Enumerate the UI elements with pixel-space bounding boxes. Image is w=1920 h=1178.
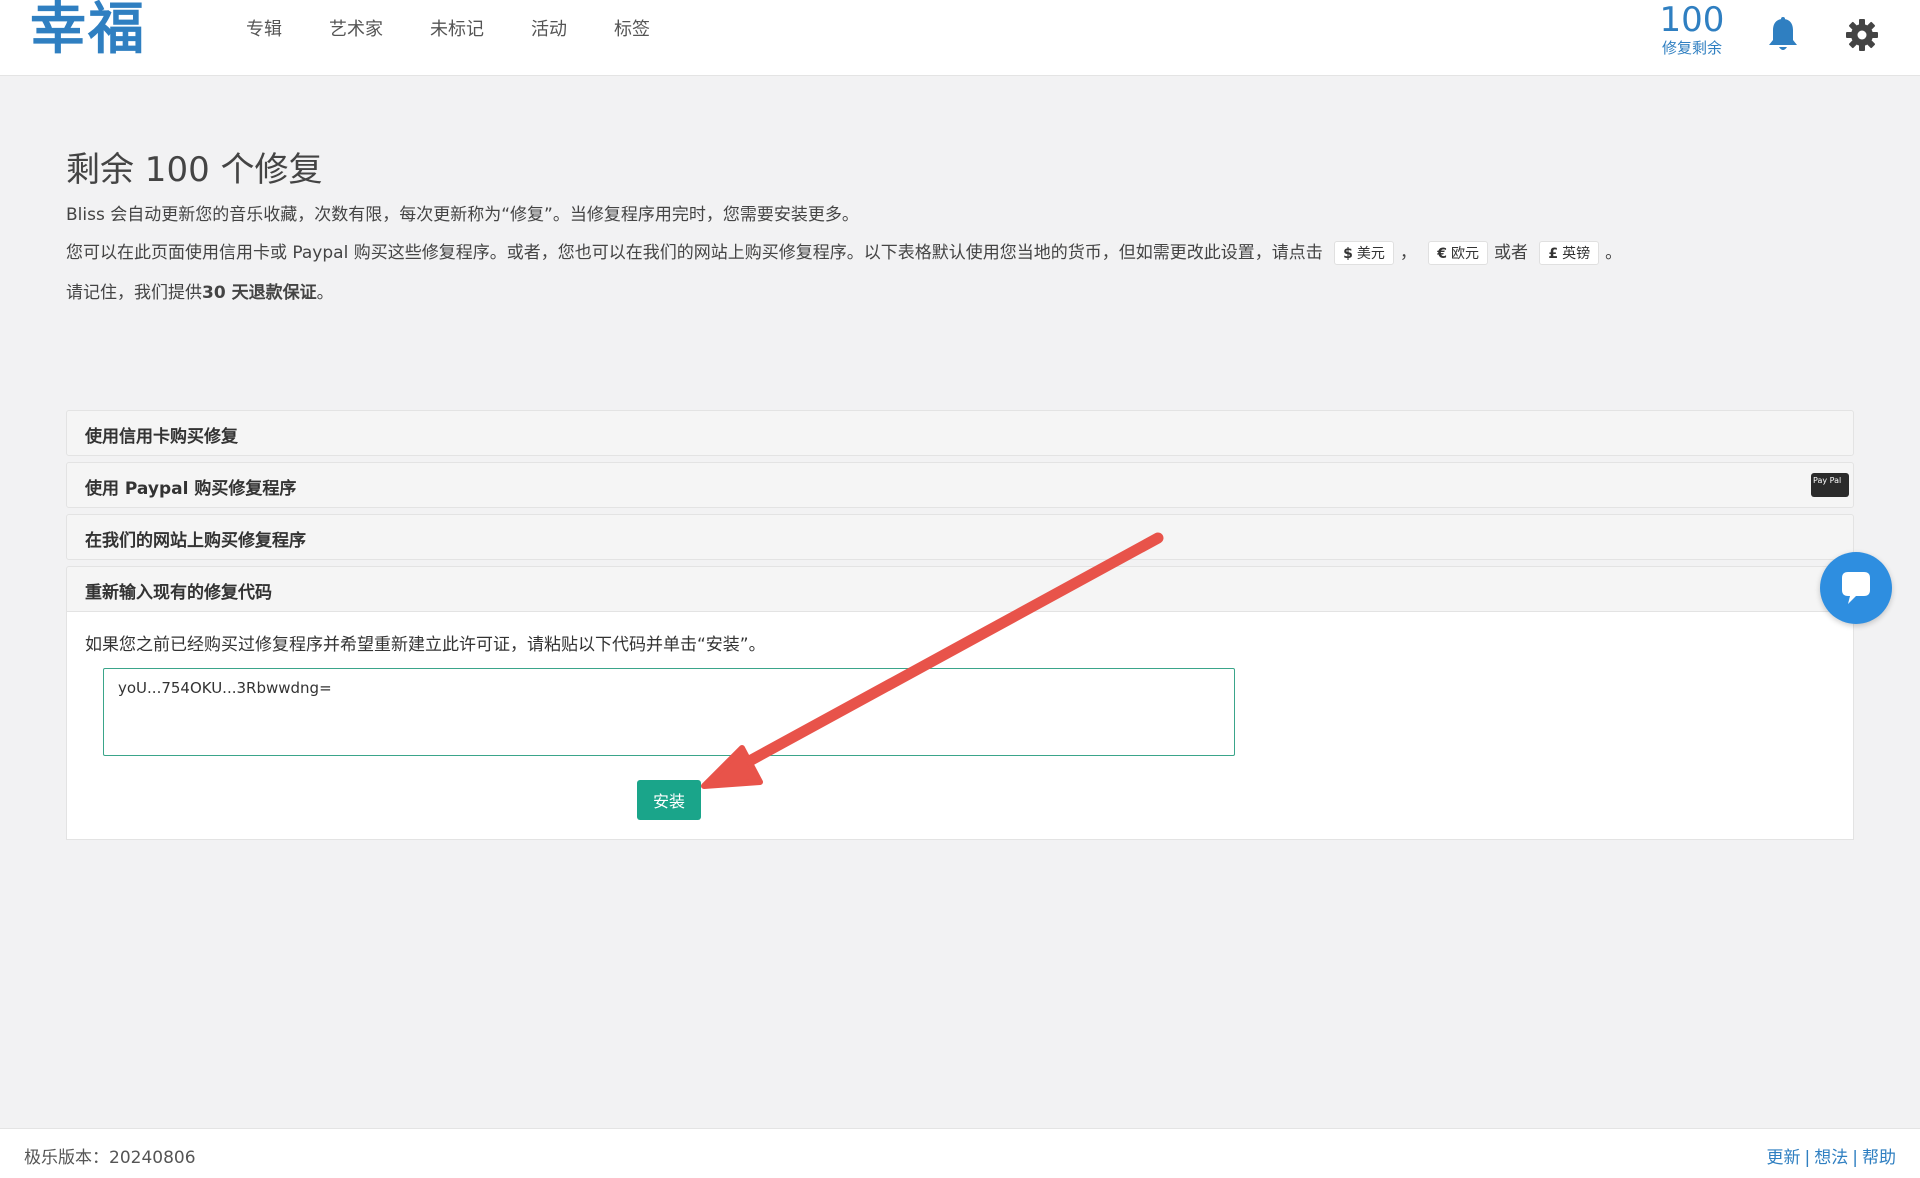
comma: ， <box>1399 243 1417 263</box>
footer: 极乐版本：20240806 更新 | 想法 | 帮助 <box>0 1128 1920 1178</box>
top-header: 幸福 专辑 艺术家 未标记 活动 标签 100 修复剩余 <box>0 0 1920 76</box>
intro-paragraph: Bliss 会自动更新您的音乐收藏，次数有限，每次更新称为“修复”。当修复程序用… <box>66 205 859 225</box>
currency-usd-button[interactable]: $ 美元 <box>1334 241 1394 265</box>
accordion-label: 使用信用卡购买修复 <box>85 427 238 447</box>
purchase-accordion: 使用信用卡购买修复 使用 Paypal 购买修复程序 Pay Pal 在我们的网… <box>66 410 1854 840</box>
accordion-website[interactable]: 在我们的网站上购买修复程序 <box>66 514 1854 560</box>
app-logo[interactable]: 幸福 <box>30 0 146 60</box>
accordion-credit-card[interactable]: 使用信用卡购买修复 <box>66 410 1854 456</box>
refund-text: 请记住，我们提供 <box>66 283 202 303</box>
accordion-reenter-code[interactable]: 重新输入现有的修复代码 <box>66 566 1854 612</box>
install-button[interactable]: 安装 <box>637 780 701 820</box>
nav-artists[interactable]: 艺术家 <box>329 18 383 42</box>
footer-separator: | <box>1804 1148 1811 1168</box>
footer-link-updates[interactable]: 更新 <box>1767 1148 1801 1168</box>
reenter-code-panel: 如果您之前已经购买过修复程序并希望重新建立此许可证，请粘贴以下代码并单击“安装”… <box>66 612 1854 840</box>
refund-paragraph: 请记住，我们提供30 天退款保证。 <box>66 278 334 303</box>
paypal-logo: Pay Pal <box>1811 473 1849 497</box>
currency-gbp-button[interactable]: £ 英镑 <box>1539 241 1600 265</box>
nav-untagged[interactable]: 未标记 <box>430 18 484 42</box>
nav-activity[interactable]: 活动 <box>531 18 567 42</box>
fixes-count: 100 <box>1659 0 1725 40</box>
fixes-remaining-counter[interactable]: 100 修复剩余 <box>1650 2 1734 58</box>
purchase-paragraph: 您可以在此页面使用信用卡或 Paypal 购买这些修复程序。或者，您也可以在我们… <box>66 238 1622 265</box>
main-nav: 专辑 艺术家 未标记 活动 标签 <box>246 18 697 42</box>
bell-icon[interactable] <box>1765 16 1801 54</box>
chat-icon <box>1842 572 1870 604</box>
chat-support-button[interactable] <box>1820 552 1892 624</box>
purchase-text: 您可以在此页面使用信用卡或 Paypal 购买这些修复程序。或者，您也可以在我们… <box>66 243 1323 263</box>
footer-link-help[interactable]: 帮助 <box>1862 1148 1896 1168</box>
or-text: 或者 <box>1494 243 1529 263</box>
footer-separator: | <box>1852 1148 1858 1168</box>
page-title: 剩余 100 个修复 <box>66 150 323 190</box>
reenter-instructions: 如果您之前已经购买过修复程序并希望重新建立此许可证，请粘贴以下代码并单击“安装”… <box>85 635 766 655</box>
currency-eur-button[interactable]: € 欧元 <box>1428 241 1489 265</box>
gear-icon[interactable] <box>1845 18 1879 52</box>
accordion-paypal[interactable]: 使用 Paypal 购买修复程序 Pay Pal <box>66 462 1854 508</box>
accordion-label: 在我们的网站上购买修复程序 <box>85 531 306 551</box>
nav-albums[interactable]: 专辑 <box>246 18 282 42</box>
fixes-label: 修复剩余 <box>1661 39 1722 57</box>
accordion-label: 使用 Paypal 购买修复程序 <box>85 479 297 499</box>
footer-links: 更新 | 想法 | 帮助 <box>1767 1143 1896 1168</box>
nav-tags[interactable]: 标签 <box>614 18 650 42</box>
version-label: 极乐版本：20240806 <box>24 1148 196 1168</box>
accordion-label: 重新输入现有的修复代码 <box>85 583 272 603</box>
refund-end: 。 <box>316 283 334 303</box>
fix-code-input[interactable]: yoU...754OKU...3Rbwwdng= <box>103 668 1235 756</box>
refund-guarantee: 30 天退款保证 <box>202 283 317 303</box>
footer-link-ideas[interactable]: 想法 <box>1814 1148 1848 1168</box>
period: 。 <box>1605 243 1623 263</box>
